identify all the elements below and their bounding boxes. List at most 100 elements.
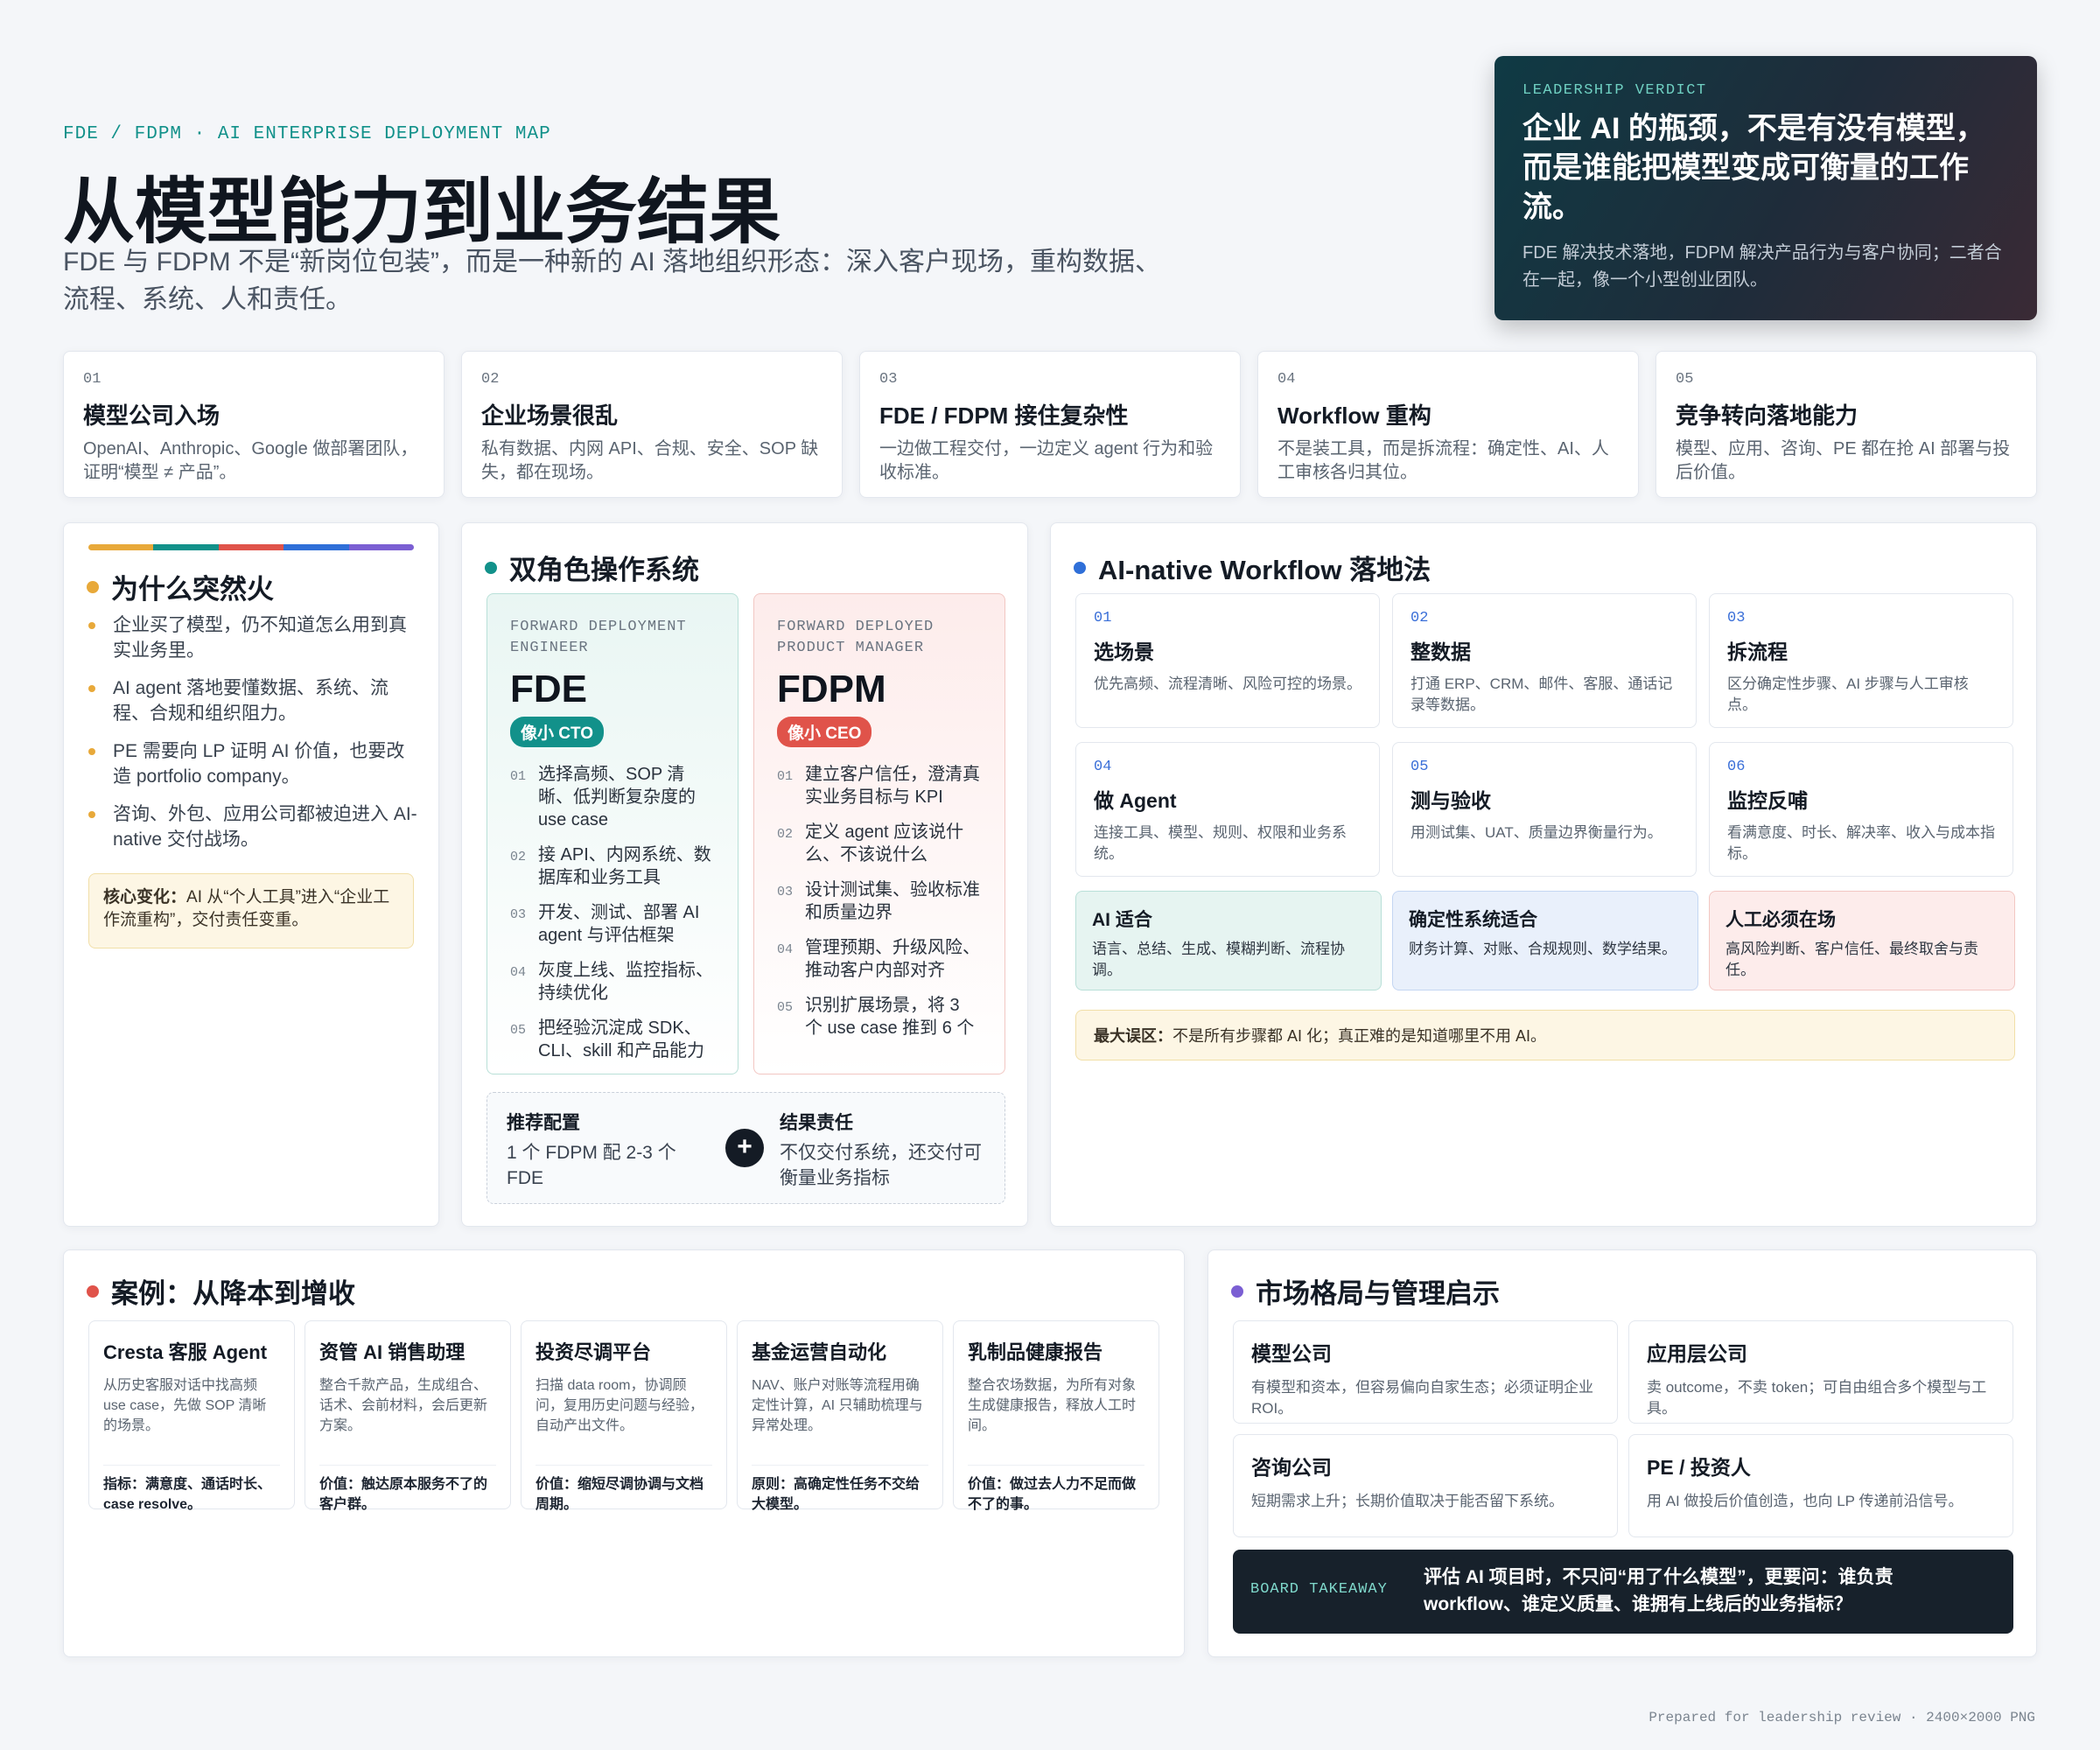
workflow-step-card: 05 测与验收 用测试集、UAT、质量边界衡量行为。 xyxy=(1392,742,1697,877)
page-subtitle: FDE 与 FDPM 不是“新岗位包装”，而是一种新的 AI 落地组织形态：深入… xyxy=(63,248,1161,314)
workflow-step-card: 03 拆流程 区分确定性步骤、AI 步骤与人工审核点。 xyxy=(1709,593,2013,728)
workflow-title: AI-native Workflow 落地法 xyxy=(1098,555,1432,585)
fde-badge: 像小 CTO xyxy=(510,717,605,747)
step-card: 01 模型公司入场 OpenAI、Anthropic、Google 做部署团队，… xyxy=(63,351,444,498)
fde-card: FORWARD DEPLOYMENT ENGINEER FDE 像小 CTO 0… xyxy=(486,593,738,1074)
list-item: PE 需要向 LP 证明 AI 价值，也要改造 portfolio compan… xyxy=(87,738,419,789)
market-card: 咨询公司 短期需求上升；长期价值取决于能否留下系统。 xyxy=(1233,1434,1618,1537)
workflow-step-card: 04 做 Agent 连接工具、模型、规则、权限和业务系统。 xyxy=(1075,742,1380,877)
leadership-verdict-card: LEADERSHIP VERDICT 企业 AI 的瓶颈，不是有没有模型，而是谁… xyxy=(1494,56,2037,320)
list-item: 01 建立客户信任，澄清真实业务目标与 KPI xyxy=(777,765,980,807)
footer-note: Prepared for leadership review · 2400×20… xyxy=(1648,1710,2035,1726)
workflow-panel: AI-native Workflow 落地法 01 选场景 优先高频、流程清晰、风险… xyxy=(1050,522,2037,1227)
step-number: 01 xyxy=(83,371,102,388)
bullet-dot-icon xyxy=(87,580,99,593)
fde-list: 01 选择高频、SOP 清晰、低判断复杂度的 use case 02 接 API、内… xyxy=(510,763,715,1062)
step-card: 05 竞争转向落地能力 模型、应用、咨询、PE 都在抢 AI 部署与投后价值。 xyxy=(1656,351,2037,498)
cases-panel: 案例：从降本到增收 Cresta 客服 Agent 从历史客服对话中找高频 use… xyxy=(63,1250,1185,1657)
step-title: 竞争转向落地能力 xyxy=(1676,402,1858,429)
list-item: 01 选择高频、SOP 清晰、低判断复杂度的 use case xyxy=(510,765,696,830)
plus-icon: + xyxy=(725,1129,764,1167)
why-list: 企业买了模型，仍不知道怎么用到真实业务里。 AI agent 落地要懂数据、系统… xyxy=(87,612,419,864)
board-takeaway-bar: BOARD TAKEAWAY 评估 AI 项目时，不只问“用了什么模型”，更要问… xyxy=(1233,1550,2013,1634)
bullet-dot-icon xyxy=(1074,561,1086,574)
color-stripe xyxy=(88,544,414,550)
list-item: 企业买了模型，仍不知道怎么用到真实业务里。 xyxy=(87,612,419,663)
workflow-step-card: 01 选场景 优先高频、流程清晰、风险可控的场景。 xyxy=(1075,593,1380,728)
market-card: PE / 投资人用 AI 做投后价值创造，也向 LP 传递前沿信号。 xyxy=(1628,1434,2013,1537)
config-box: 推荐配置 1 个 FDPM 配 2-3 个 FDE + 结果责任 不仅交付系统，… xyxy=(486,1092,1005,1204)
bullet-dot-icon xyxy=(1231,1284,1243,1298)
verdict-body: FDE 解决技术落地，FDPM 解决产品行为与客户协同；二者合在一起，像一个小型… xyxy=(1522,243,2002,290)
step-desc: 模型、应用、咨询、PE 都在抢 AI 部署与投后价值。 xyxy=(1676,439,2011,482)
market-title: 市场格局与管理启示 xyxy=(1256,1278,1500,1309)
step-desc: 私有数据、内网 API、合规、安全、SOP 缺失，都在现场。 xyxy=(481,439,819,482)
step-title: 企业场景很乱 xyxy=(481,402,619,429)
result-title: 结果责任 xyxy=(780,1113,853,1133)
step-number: 04 xyxy=(1278,371,1296,388)
ai-fit-card: AI 适合 语言、总结、生成、模糊判断、流程协调。 xyxy=(1075,891,1382,990)
config-block: 推荐配置 1 个 FDPM 配 2-3 个 FDE xyxy=(507,1109,699,1191)
list-item: 02 定义 agent 应该说什么、不该说什么 xyxy=(777,822,964,864)
list-item: 05 把经验沉淀成 SDK、CLI、skill 和产品能力 xyxy=(510,1018,705,1060)
fdpm-card: FORWARD DEPLOYED PRODUCT MANAGER FDPM 像小… xyxy=(753,593,1005,1074)
case-card: 资管 AI 销售助理 整合千款产品，生成组合、话术、会前材料，会后更新方案。 价值：… xyxy=(304,1320,511,1512)
board-label: BOARD TAKEAWAY xyxy=(1250,1581,1388,1598)
fdpm-badge: 像小 CEO xyxy=(777,717,872,747)
step-title: 模型公司入场 xyxy=(83,402,220,429)
list-item: 04 灰度上线、监控指标、持续优化 xyxy=(510,961,713,1003)
market-header: 市场格局与管理启示 xyxy=(1231,1271,1500,1311)
workflow-header: AI-native Workflow 落地法 xyxy=(1074,548,1431,587)
page-title: 从模型能力到业务结果 xyxy=(63,172,781,252)
case-card: Cresta 客服 Agent 从历史客服对话中找高频 use case，先做 S… xyxy=(88,1320,295,1512)
fdpm-list: 01 建立客户信任，澄清真实业务目标与 KPI 02 定义 agent 应该说什么、… xyxy=(777,763,982,1040)
why-header: 为什么突然火 xyxy=(87,567,274,606)
dual-header: 双角色操作系统 xyxy=(485,548,699,587)
dual-title: 双角色操作系统 xyxy=(509,555,699,585)
step-number: 05 xyxy=(1676,371,1694,388)
note-label: 核心变化： xyxy=(103,888,187,906)
case-card: 基金运营自动化 NAV、账户对账等流程用确定性计算，AI 只辅助梳理与异常处理。原… xyxy=(737,1320,943,1512)
step-card: 04 Workflow 重构 不是装工具，而是拆流程：确定性、AI、人工审核各归… xyxy=(1257,351,1639,498)
case-card: 投资尽调平台 扫描 data room，协调顾问，复用历史问题与经验，自动产出文件… xyxy=(521,1320,727,1512)
list-item: AI agent 落地要懂数据、系统、流程、合规和组织阻力。 xyxy=(87,676,419,726)
verdict-kicker: LEADERSHIP VERDICT xyxy=(1522,82,1707,99)
case-card: 乳制品健康报告 整合农场数据，为所有对象生成健康报告，释放人工时间。 价值：做过去人… xyxy=(953,1320,1159,1512)
config-title: 推荐配置 xyxy=(507,1113,580,1133)
step-number: 02 xyxy=(481,371,500,388)
board-text: 评估 AI 项目时，不只问“用了什么模型”，更要问：谁负责 workflow、谁… xyxy=(1424,1567,1894,1614)
why-panel: 为什么突然火 企业买了模型，仍不知道怎么用到真实业务里。 AI agent 落地… xyxy=(63,522,439,1227)
step-title: Workflow 重构 xyxy=(1278,402,1432,429)
step-card: 02 企业场景很乱 私有数据、内网 API、合规、安全、SOP 缺失，都在现场。 xyxy=(461,351,843,498)
list-item: 03 开发、测试、部署 AI agent 与评估框架 xyxy=(510,903,700,945)
bullet-dot-icon xyxy=(485,561,497,574)
result-text: 不仅交付系统，还交付可衡量业务指标 xyxy=(780,1143,982,1188)
bullet-dot-icon xyxy=(87,1284,99,1298)
config-text: 1 个 FDPM 配 2-3 个 FDE xyxy=(507,1143,676,1188)
step-number: 03 xyxy=(879,371,898,388)
deterministic-fit-card: 确定性系统适合 财务计算、对账、合规规则、数学结果。 xyxy=(1392,891,1698,990)
dual-role-panel: 双角色操作系统 FORWARD DEPLOYMENT ENGINEER FDE … xyxy=(461,522,1028,1227)
list-item: 咨询、外包、应用公司都被迫进入 AI-native 交付战场。 xyxy=(87,802,419,852)
list-item: 02 接 API、内网系统、数据库和业务工具 xyxy=(510,845,711,887)
list-item: 05 识别扩展场景，将 3 个 use case 推到 6 个 xyxy=(777,996,975,1038)
step-title: FDE / FDPM 接住复杂性 xyxy=(879,402,1129,429)
verdict-headline: 企业 AI 的瓶颈，不是有没有模型，而是谁能把模型变成可衡量的工作流。 xyxy=(1522,112,1985,224)
fde-name: FDE xyxy=(510,668,587,710)
core-change-note: 核心变化：AI 从“个人工具”进入“企业工作流重构”，交付责任变重。 xyxy=(88,873,414,948)
cases-title: 案例：从降本到增收 xyxy=(111,1278,355,1309)
market-card: 应用层公司卖 outcome，不卖 token；可自由组合多个模型与工具。 xyxy=(1628,1320,2013,1424)
step-desc: 一边做工程交付，一边定义 agent 行为和验收标准。 xyxy=(879,439,1214,482)
workflow-step-card: 06 监控反哺 看满意度、时长、解决率、收入与成本指标。 xyxy=(1709,742,2013,877)
why-title: 为什么突然火 xyxy=(111,574,274,605)
page-kicker: FDE / FDPM · AI ENTERPRISE DEPLOYMENT MA… xyxy=(63,124,551,144)
step-desc: 不是装工具，而是拆流程：确定性、AI、人工审核各归其位。 xyxy=(1278,439,1609,482)
result-block: 结果责任 不仅交付系统，还交付可衡量业务指标 xyxy=(780,1109,990,1191)
warn-label: 最大误区： xyxy=(1094,1027,1172,1045)
list-item: 03 设计测试集、验收标准和质量边界 xyxy=(777,880,980,922)
fdpm-name: FDPM xyxy=(777,668,886,710)
biggest-mistake-note: 最大误区：不是所有步骤都 AI 化；真正难的是知道哪里不用 AI。 xyxy=(1075,1010,2015,1060)
human-fit-card: 人工必须在场 高风险判断、客户信任、最终取舍与责任。 xyxy=(1709,891,2015,990)
market-card: 模型公司 有模型和资本，但容易偏向自家生态；必须证明企业 ROI。 xyxy=(1233,1320,1618,1424)
workflow-step-card: 02 整数据 打通 ERP、CRM、邮件、客服、通话记录等数据。 xyxy=(1392,593,1697,728)
